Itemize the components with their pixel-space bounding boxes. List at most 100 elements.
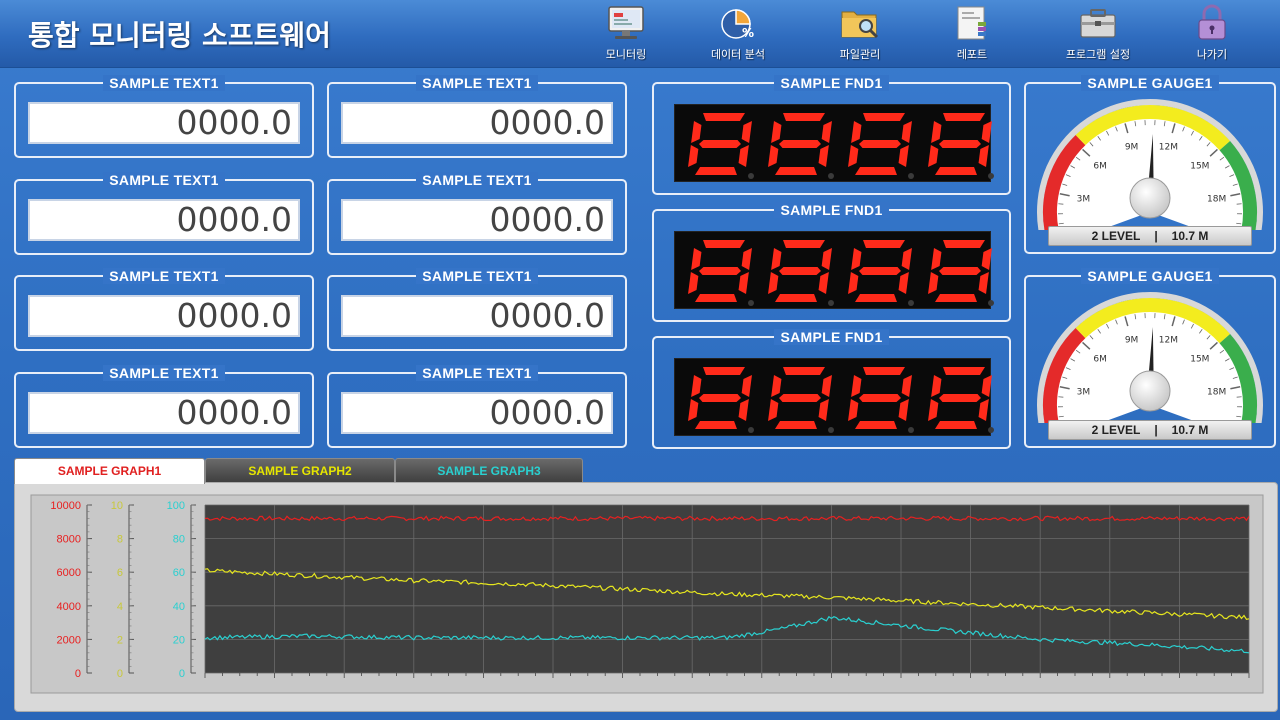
y-axis-tick-label: 6 xyxy=(117,567,123,579)
text-panel-title: SAMPLE TEXT1 xyxy=(103,365,225,381)
fnd-segment-d xyxy=(935,294,977,302)
fnd-segment-e xyxy=(688,272,699,294)
fnd-digit xyxy=(688,113,754,179)
fnd-decimal-point xyxy=(748,173,754,179)
gauge-scale-label: 6M xyxy=(1093,162,1107,172)
fnd-panel: SAMPLE FND1 xyxy=(652,75,1011,195)
gauge-reading-text: 10.7 M xyxy=(1171,229,1209,243)
fnd-segment-d xyxy=(935,167,977,175)
svg-text:%: % xyxy=(742,26,754,40)
fnd-decimal-point xyxy=(908,300,914,306)
tab-sample-graph3[interactable]: SAMPLE GRAPH3 xyxy=(395,458,583,482)
y-axis-tick-label: 10000 xyxy=(50,500,81,512)
fnd-decimal-point xyxy=(908,173,914,179)
fnd-segment-c xyxy=(898,145,909,167)
fnd-segment-d xyxy=(775,421,817,429)
graph-area: SAMPLE GRAPH1 SAMPLE GRAPH2 SAMPLE GRAPH… xyxy=(14,458,1278,714)
gauge-scale-label: 9M xyxy=(1125,143,1139,153)
menu-program-settings-button[interactable]: 프로그램 설정 xyxy=(1050,0,1146,64)
graph-panel: 10000 8000 6000 4000 2000 0 10 8 6 4 2 0 100 80 60 40 20… xyxy=(14,482,1278,712)
gauge-panel-title: SAMPLE GAUGE1 xyxy=(1081,75,1219,91)
fnd-segment-a xyxy=(703,367,745,375)
text-value-display: 0000.0 xyxy=(28,392,300,434)
gauge-readout: 2 LEVEL | 10.7 M xyxy=(1048,420,1252,440)
menu-data-analysis-button[interactable]: % 데이터 분석 xyxy=(690,0,786,64)
text-panel: SAMPLE TEXT1 0000.0 xyxy=(14,172,314,255)
fnd-segment-e xyxy=(688,399,699,421)
fnd-digit xyxy=(768,367,834,433)
fnd-segment-c xyxy=(818,145,829,167)
gauge-scale-label: 9M xyxy=(1125,336,1139,346)
menu-exit-button[interactable]: 나가기 xyxy=(1164,0,1260,64)
y-axis-tick-label: 2000 xyxy=(57,634,81,646)
fnd-decimal-point xyxy=(828,427,834,433)
gauge-readout: 2 LEVEL | 10.7 M xyxy=(1048,226,1252,246)
fnd-segment-c xyxy=(738,399,749,421)
fnd-segment-g xyxy=(699,140,741,148)
fnd-display xyxy=(674,358,994,436)
fnd-segment-b xyxy=(821,248,832,270)
fnd-segment-b xyxy=(901,248,912,270)
y-axis-tick-label: 0 xyxy=(179,668,185,680)
fnd-segment-a xyxy=(863,240,905,248)
fnd-segment-g xyxy=(859,140,901,148)
fnd-segment-c xyxy=(738,145,749,167)
gauge-hub xyxy=(1129,177,1171,219)
fnd-segment-e xyxy=(928,145,939,167)
fnd-segment-a xyxy=(783,240,825,248)
fnd-decimal-point xyxy=(988,427,994,433)
gauge-scale-label: 6M xyxy=(1093,355,1107,365)
menu-report-button[interactable]: 레포트 xyxy=(924,0,1020,64)
menu-exit-label: 나가기 xyxy=(1196,48,1228,61)
menu-file-management-label: 파일관리 xyxy=(839,48,881,61)
fnd-segment-g xyxy=(939,140,981,148)
fnd-segment-d xyxy=(775,294,817,302)
fnd-segment-f xyxy=(771,121,782,143)
fnd-segment-b xyxy=(741,121,752,143)
tab-sample-graph2[interactable]: SAMPLE GRAPH2 xyxy=(205,458,395,482)
fnd-segment-c xyxy=(818,272,829,294)
gauge-reading-text: 10.7 M xyxy=(1171,423,1209,437)
menu-monitoring-label: 모니터링 xyxy=(605,48,647,61)
fnd-segment-f xyxy=(931,375,942,397)
report-document-icon xyxy=(957,6,986,40)
fnd-segment-d xyxy=(695,421,737,429)
gauge-scale-label: 18M xyxy=(1207,195,1226,205)
y-axis-tick-label: 4000 xyxy=(57,601,81,613)
seven-segment-digits xyxy=(688,113,994,179)
fnd-segment-c xyxy=(978,145,989,167)
y-axis-tick-label: 100 xyxy=(167,500,185,512)
y-axis-tick-label: 8000 xyxy=(57,534,81,546)
y-axis-tick-label: 0 xyxy=(75,668,81,680)
text-panel: SAMPLE TEXT1 0000.0 xyxy=(327,268,627,351)
fnd-panel-title: SAMPLE FND1 xyxy=(774,75,889,91)
fnd-segment-b xyxy=(821,375,832,397)
fnd-segment-c xyxy=(978,399,989,421)
menu-program-settings-label: 프로그램 설정 xyxy=(1065,48,1131,61)
text-panel: SAMPLE TEXT1 0000.0 xyxy=(327,75,627,158)
menu-file-management-button[interactable]: 파일관리 xyxy=(812,0,908,64)
fnd-decimal-point xyxy=(828,300,834,306)
gauge-scale-label: 3M xyxy=(1077,195,1091,205)
seven-segment-digits xyxy=(688,367,994,433)
tab-sample-graph1[interactable]: SAMPLE GRAPH1 xyxy=(14,458,205,484)
menu-data-analysis-label: 데이터 분석 xyxy=(710,48,766,61)
gauge-hub xyxy=(1129,370,1171,412)
text-value-display: 0000.0 xyxy=(341,199,613,241)
fnd-segment-g xyxy=(779,394,821,402)
gauge-separator: | xyxy=(1154,423,1158,437)
app-title: 통합 모니터링 소프트웨어 xyxy=(28,19,331,52)
fnd-segment-g xyxy=(939,394,981,402)
fnd-panel-title: SAMPLE FND1 xyxy=(774,329,889,345)
fnd-digit xyxy=(768,113,834,179)
text-panel-title: SAMPLE TEXT1 xyxy=(103,268,225,284)
fnd-segment-c xyxy=(978,272,989,294)
fnd-digit xyxy=(928,240,994,306)
fnd-segment-a xyxy=(943,367,985,375)
fnd-segment-c xyxy=(898,399,909,421)
fnd-decimal-point xyxy=(748,427,754,433)
line-chart: 1000080006000400020000108642010080604020… xyxy=(30,494,1264,694)
text-value-display: 0000.0 xyxy=(341,295,613,337)
text-panel-title: SAMPLE TEXT1 xyxy=(416,365,538,381)
menu-monitoring-button[interactable]: 모니터링 xyxy=(578,0,674,64)
